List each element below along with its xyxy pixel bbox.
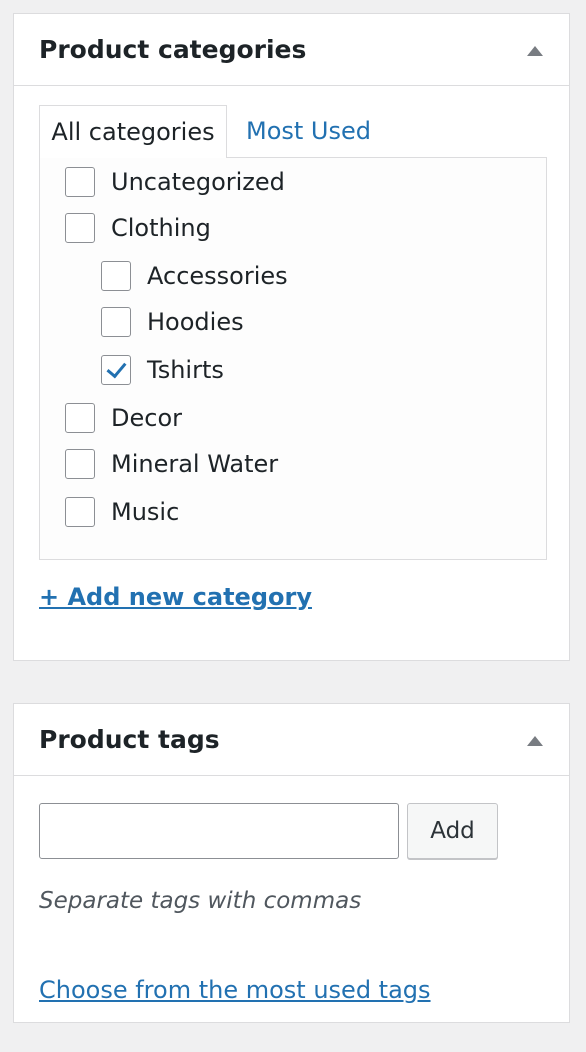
collapse-arrow-icon[interactable] <box>527 736 543 746</box>
category-item-accessories[interactable]: Accessories <box>101 260 288 292</box>
add-tag-button[interactable]: Add <box>407 803 498 859</box>
category-checkbox[interactable] <box>65 497 95 527</box>
category-checklist: Uncategorized Clothing Accessories Hoodi… <box>39 157 547 560</box>
category-checkbox[interactable] <box>65 449 95 479</box>
category-item-hoodies[interactable]: Hoodies <box>101 306 244 338</box>
most-used-tags-link[interactable]: Choose from the most used tags <box>39 976 431 1004</box>
category-item-clothing[interactable]: Clothing <box>65 212 211 244</box>
category-item-uncategorized[interactable]: Uncategorized <box>65 166 285 198</box>
category-label: Clothing <box>111 214 211 242</box>
category-checkbox[interactable] <box>65 167 95 197</box>
new-tag-input[interactable] <box>39 803 399 859</box>
category-item-music[interactable]: Music <box>65 496 179 528</box>
category-label: Decor <box>111 404 182 432</box>
collapse-arrow-icon[interactable] <box>527 46 543 56</box>
category-label: Music <box>111 498 180 526</box>
tags-hint: Separate tags with commas <box>39 888 362 914</box>
category-checkbox[interactable] <box>65 403 95 433</box>
category-checkbox-checked[interactable] <box>101 355 131 385</box>
category-label: Tshirts <box>147 356 224 384</box>
tab-all-categories[interactable]: All categories <box>39 105 227 158</box>
category-label: Mineral Water <box>111 450 279 478</box>
product-tags-header[interactable]: Product tags <box>14 704 569 776</box>
product-tags-title: Product tags <box>39 725 220 754</box>
add-new-category-link[interactable]: + Add new category <box>39 583 312 611</box>
category-item-tshirts[interactable]: Tshirts <box>101 354 224 386</box>
product-categories-box: Product categories All categories Most U… <box>13 13 570 661</box>
category-label: Hoodies <box>147 308 244 336</box>
product-categories-title: Product categories <box>39 35 307 64</box>
product-tags-box: Product tags Add Separate tags with comm… <box>13 703 570 1023</box>
category-item-mineral-water[interactable]: Mineral Water <box>65 448 278 480</box>
category-checkbox[interactable] <box>65 213 95 243</box>
product-categories-header[interactable]: Product categories <box>14 14 569 86</box>
category-checkbox[interactable] <box>101 261 131 291</box>
category-label: Uncategorized <box>111 168 285 196</box>
category-label: Accessories <box>147 262 288 290</box>
category-item-decor[interactable]: Decor <box>65 402 182 434</box>
tab-most-used[interactable]: Most Used <box>246 105 371 157</box>
category-checkbox[interactable] <box>101 307 131 337</box>
